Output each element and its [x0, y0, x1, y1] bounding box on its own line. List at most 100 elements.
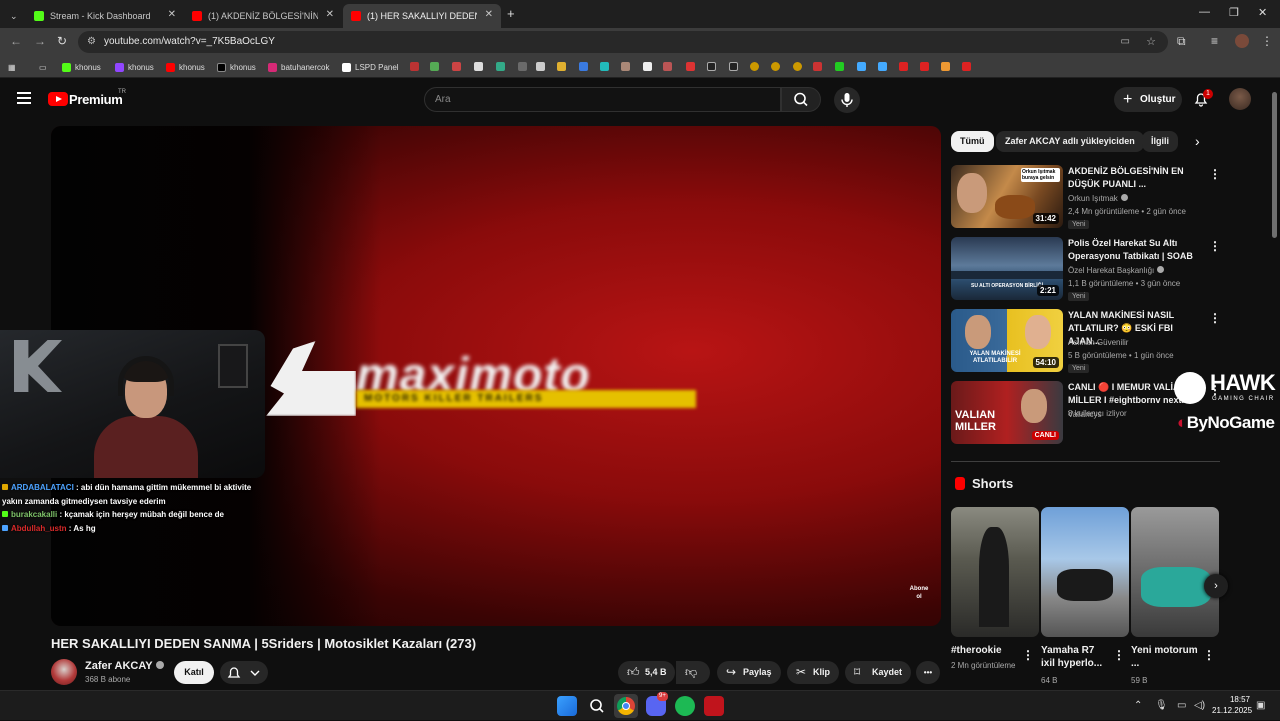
chevron-up-icon[interactable]: ⌃ [1134, 700, 1142, 711]
bookmark-icon[interactable] [430, 62, 439, 71]
create-button[interactable]: + Oluştur [1114, 87, 1182, 112]
video-thumbnail[interactable]: VALIAN MILLER CANLI [951, 381, 1063, 444]
folder-icon[interactable]: ▭ [39, 61, 47, 73]
bookmark-icon[interactable] [621, 62, 630, 71]
channel-avatar[interactable] [51, 659, 77, 685]
forward-arrow-icon[interactable]: → [34, 34, 46, 48]
bookmark-icon[interactable] [729, 62, 738, 71]
youtube-premium-wordmark[interactable]: Premium [69, 92, 123, 107]
bookmark-khonus-kick[interactable]: khonus [62, 61, 101, 73]
youtube-logo-icon[interactable] [48, 92, 68, 106]
bookmark-icon[interactable] [410, 62, 419, 71]
bookmark-lspd-panel[interactable]: LSPD Panel [342, 61, 399, 73]
channel-name[interactable]: Aslıhan Güvenilir [1068, 338, 1128, 347]
recommended-video[interactable]: SU ALTI OPERASYON BİRLİĞİ 2:21 Polis Öze… [951, 237, 1221, 303]
app-icon[interactable] [704, 696, 724, 716]
close-window-icon[interactable]: ✕ [1258, 6, 1267, 19]
bookmark-khonus-twitch[interactable]: khonus [115, 61, 154, 73]
search-icon[interactable] [587, 696, 607, 716]
tab-kick-dashboard[interactable]: Stream - Kick Dashboard ✕ [26, 4, 184, 28]
chip-from-uploader[interactable]: Zafer AKCAY adlı yükleyiciden [996, 131, 1144, 152]
bookmark-icon[interactable] [899, 62, 908, 71]
bookmark-icon[interactable] [643, 62, 652, 71]
short-thumbnail[interactable] [951, 507, 1039, 637]
kebab-menu-icon[interactable]: ⋮ [1261, 34, 1273, 48]
short-title[interactable]: Yeni motorum ... [1131, 644, 1201, 670]
chip-related[interactable]: İlgili [1142, 131, 1178, 152]
join-button[interactable]: Katıl [174, 661, 214, 684]
chevron-right-icon[interactable]: › [1195, 133, 1200, 149]
subscription-bell-button[interactable] [220, 661, 268, 684]
bookmark-icon[interactable] [878, 62, 887, 71]
star-icon[interactable]: ☆ [1146, 31, 1156, 53]
cast-icon[interactable]: ▭ [1121, 31, 1130, 53]
dislike-button[interactable]: 👎︎ [676, 661, 710, 684]
kebab-menu-icon[interactable]: ⋮ [1209, 167, 1221, 181]
bookmark-icon[interactable] [813, 62, 822, 71]
short-thumbnail[interactable] [1041, 507, 1129, 637]
discord-icon[interactable]: 9+ [646, 692, 668, 716]
bookmark-khonus-x[interactable]: khonus [217, 61, 256, 73]
bookmark-icon[interactable] [452, 62, 461, 71]
bookmark-icon[interactable] [663, 62, 672, 71]
tab-search-button[interactable]: ⌄ [4, 4, 24, 28]
bookmark-batuhanercok[interactable]: batuhanercok [268, 61, 329, 73]
kebab-menu-icon[interactable]: ⋮ [1022, 648, 1034, 662]
tab-akdeniz-video[interactable]: (1) AKDENİZ BÖLGESİ'NİN EN D ✕ [184, 4, 342, 28]
new-tab-button[interactable]: + [507, 6, 515, 21]
kebab-menu-icon[interactable]: ⋮ [1113, 648, 1125, 662]
recommended-video[interactable]: YALAN MAKİNESİ ATLATILABİLİR 54:10 YALAN… [951, 309, 1221, 375]
share-button[interactable]: ↪ Paylaş [717, 661, 781, 684]
bookmark-icon[interactable] [941, 62, 950, 71]
volume-icon[interactable]: ◁) [1194, 700, 1205, 711]
apps-grid-icon[interactable]: ▦ [8, 61, 16, 73]
back-arrow-icon[interactable]: ← [10, 34, 22, 48]
bookmark-icon[interactable] [750, 62, 759, 71]
profile-avatar[interactable] [1235, 34, 1249, 48]
tab-current-video[interactable]: (1) HER SAKALLIYI DEDEN SANM ✕ [343, 4, 501, 28]
bookmark-icon[interactable] [600, 62, 609, 71]
bookmark-icon[interactable] [857, 62, 866, 71]
kebab-menu-icon[interactable]: ⋮ [1203, 648, 1215, 662]
hamburger-icon[interactable] [17, 92, 31, 104]
windows-start-icon[interactable] [557, 696, 577, 716]
bookmark-icon[interactable] [686, 62, 695, 71]
video-title[interactable]: Polis Özel Harekat Su Altı Operasyonu Ta… [1068, 237, 1206, 263]
bookmark-icon[interactable] [835, 62, 844, 71]
bookmark-icon[interactable] [557, 62, 566, 71]
bookmark-icon[interactable] [496, 62, 505, 71]
bookmark-icon[interactable] [793, 62, 802, 71]
spotify-icon[interactable] [675, 696, 695, 716]
channel-name[interactable]: Orkun Işıtmak [1068, 194, 1128, 203]
url-input[interactable]: ⚙ youtube.com/watch?v=_7K5BaOcLGY ▭ ☆ [78, 31, 1168, 53]
reload-icon[interactable]: ↻ [57, 34, 67, 48]
search-button[interactable] [781, 87, 821, 112]
video-thumbnail[interactable]: Orkun Işıtmak buraya gelsin 31:42 [951, 165, 1063, 228]
chrome-taskbar-button[interactable] [614, 694, 638, 718]
video-thumbnail[interactable]: YALAN MAKİNESİ ATLATILABİLİR 54:10 [951, 309, 1063, 372]
maximize-icon[interactable]: ❐ [1229, 6, 1239, 19]
video-title[interactable]: AKDENİZ BÖLGESİ'NİN EN DÜŞÜK PUANLI ... [1068, 165, 1206, 191]
recommended-video[interactable]: Orkun Işıtmak buraya gelsin 31:42 AKDENİ… [951, 165, 1221, 231]
scrollbar-thumb[interactable] [1272, 92, 1277, 238]
notification-center-icon[interactable]: ▣ [1256, 700, 1265, 711]
bookmark-icon[interactable] [579, 62, 588, 71]
channel-name[interactable]: Zafer AKCAY [85, 660, 164, 672]
short-title[interactable]: Yamaha R7 ixil hyperlo... [1041, 644, 1111, 670]
bookmark-icon[interactable] [707, 62, 716, 71]
extensions-icon[interactable]: ⧉ [1177, 34, 1186, 49]
shorts-next-button[interactable]: › [1204, 574, 1228, 598]
close-icon[interactable]: ✕ [326, 9, 334, 20]
minimize-icon[interactable]: — [1199, 6, 1210, 18]
network-icon[interactable]: ▭ [1177, 700, 1186, 711]
like-button[interactable]: 👍︎ 5,4 B [618, 661, 675, 684]
close-icon[interactable]: ✕ [485, 9, 493, 20]
bookmark-icon[interactable] [518, 62, 527, 71]
kebab-menu-icon[interactable]: ⋮ [1209, 311, 1221, 325]
bookmark-icon[interactable] [962, 62, 971, 71]
close-icon[interactable]: ✕ [168, 9, 176, 20]
account-avatar[interactable] [1229, 88, 1251, 110]
more-actions-button[interactable]: ••• [916, 661, 940, 684]
media-icon[interactable]: ≡ [1211, 34, 1218, 48]
voice-search-button[interactable] [834, 87, 860, 113]
